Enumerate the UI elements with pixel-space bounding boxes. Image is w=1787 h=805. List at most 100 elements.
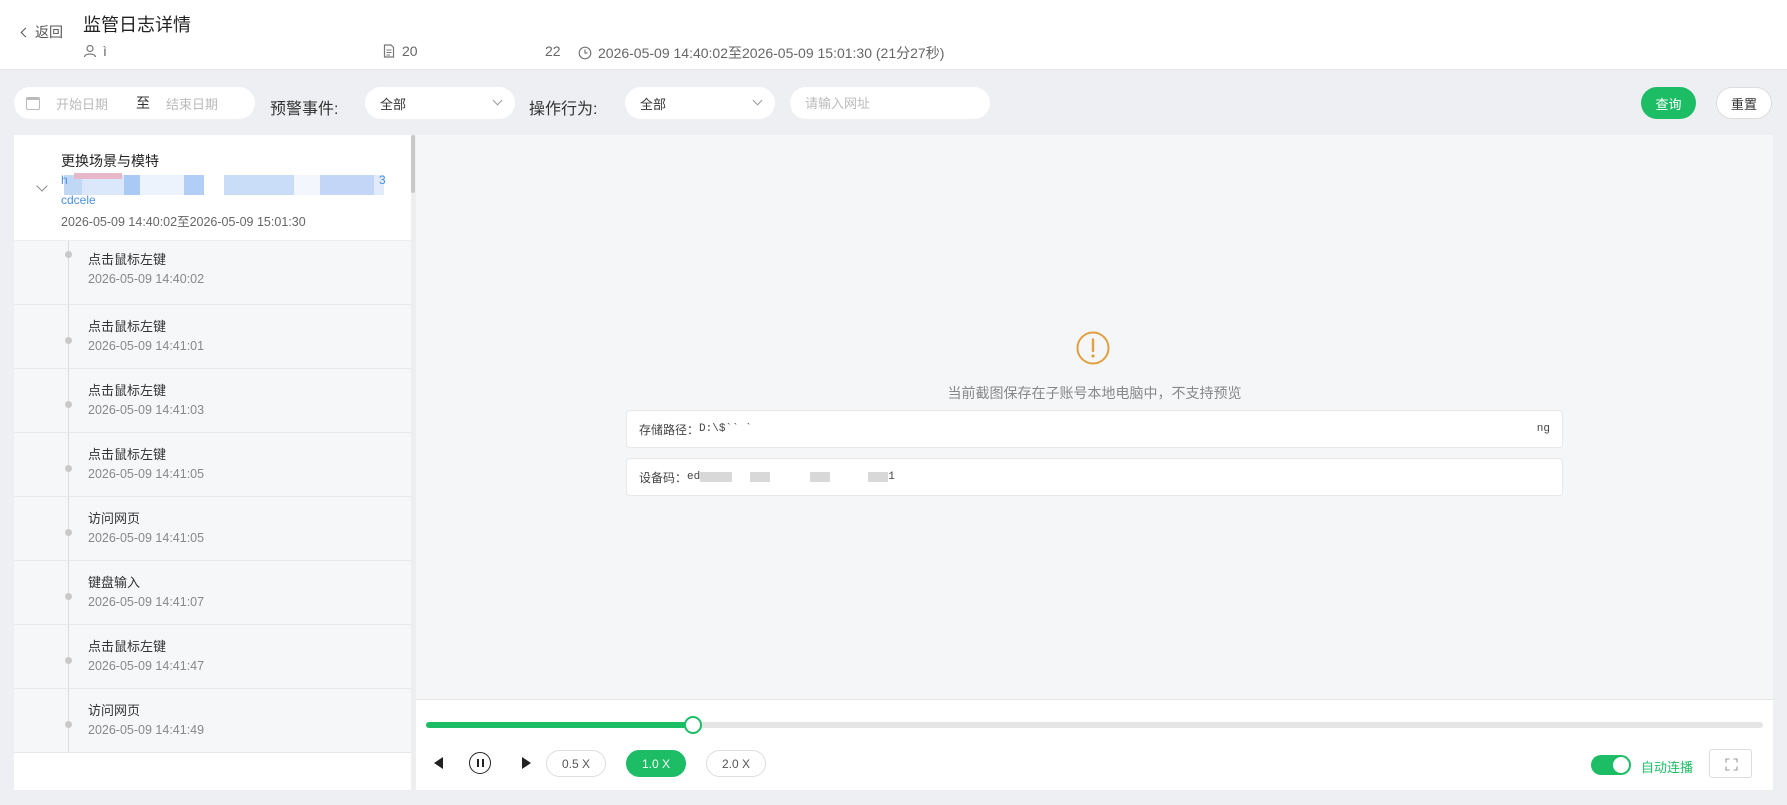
user-name: ì [103,43,107,59]
warning-event-value: 全部 [380,96,407,112]
session-item[interactable]: 更换场景与模特 h 3 cdcele 2026-05-09 14:40:02至2… [14,135,414,241]
page-header: 返回 监管日志详情 ì 20 22 2026-05-09 14:40:02至20… [0,0,1787,70]
timeline-event[interactable]: 点击鼠标左键 2026-05-09 14:41:47 [14,625,414,689]
storage-path-box: 存储路径： D:\$`` ` ng [626,410,1563,448]
date-range-separator: 至 [136,95,150,111]
speed-1x-button[interactable]: 1.0 X [626,750,686,777]
session-url-suffix[interactable]: 3 [379,173,386,187]
timeline-event[interactable]: 访问网页 2026-05-09 14:41:05 [14,497,414,561]
session-url-line2[interactable]: cdcele [61,193,96,207]
filter-bar: 开始日期 至 结束日期 预警事件: 全部 操作行为: 全部 查询 重置 [0,71,1787,135]
progress-handle[interactable] [684,716,703,734]
storage-path-label: 存储路径： [639,422,700,437]
timeline-event[interactable]: 访问网页 2026-05-09 14:41:49 [14,689,414,753]
timeline-event[interactable]: 点击鼠标左键 2026-05-09 14:40:02 [14,241,414,305]
playback-controls: 0.5 X 1.0 X 2.0 X 自动连播 [416,699,1773,790]
event-name: 键盘输入 [88,575,141,590]
device-code-label: 设备码： [639,470,688,485]
timeline-dot [65,593,72,600]
user-icon [83,44,97,58]
clock-icon [578,46,592,60]
fullscreen-icon [1725,758,1738,771]
doc-id: 20 [402,43,418,59]
action-select[interactable]: 全部 [625,87,775,119]
event-time: 2026-05-09 14:41:01 [88,339,205,353]
timeline-event[interactable]: 点击鼠标左键 2026-05-09 14:41:01 [14,305,414,369]
scrollbar-thumb[interactable] [411,135,415,193]
progress-track[interactable] [426,716,1763,734]
warning-event-select[interactable]: 全部 [365,87,515,119]
doc-suffix: 22 [545,43,561,59]
redacted-block [868,472,889,482]
redacted-url-accent [74,173,122,179]
pause-icon[interactable] [469,752,491,774]
user-meta: ì [83,43,107,59]
event-name: 点击鼠标左键 [88,447,167,462]
event-name: 点击鼠标左键 [88,252,167,267]
chevron-down-icon [752,95,763,106]
session-list-scrollbar[interactable] [411,135,415,790]
timeline-event[interactable]: 点击鼠标左键 2026-05-09 14:41:03 [14,369,414,433]
time-range: 2026-05-09 14:40:02至2026-05-09 15:01:30 … [598,45,945,61]
session-title: 更换场景与模特 [61,153,159,169]
timeline-dot [65,337,72,344]
date-range-picker[interactable]: 开始日期 至 结束日期 [14,87,255,119]
redacted-block [700,472,733,482]
event-name: 访问网页 [88,703,141,718]
event-name: 点击鼠标左键 [88,319,167,334]
timeline-event[interactable]: 点击鼠标左键 2026-05-09 14:41:05 [14,433,414,497]
timeline-event[interactable]: 键盘输入 2026-05-09 14:41:07 [14,561,414,625]
redacted-block [750,472,771,482]
previous-icon[interactable] [434,757,443,769]
speed-0-5x-button[interactable]: 0.5 X [546,750,606,777]
autoplay-label: 自动连播 [1641,760,1694,775]
action-value: 全部 [640,96,667,112]
back-label: 返回 [35,24,63,40]
chevron-left-icon [20,27,31,37]
storage-path-end: ng [1536,423,1550,435]
session-url-prefix[interactable]: h [61,173,68,187]
event-name: 点击鼠标左键 [88,383,167,398]
event-time: 2026-05-09 14:41:07 [88,595,205,609]
timeline-dot [65,465,72,472]
storage-path-value: D:\$`` ` [699,423,752,435]
url-search-input[interactable] [790,87,990,119]
document-icon [383,44,395,58]
preview-notice: 当前截图保存在子账号本地电脑中，不支持预览 [947,385,1242,401]
speed-2x-button[interactable]: 2.0 X [706,750,766,777]
chevron-down-icon[interactable] [36,180,48,192]
chevron-down-icon [492,95,503,106]
event-time: 2026-05-09 14:41:03 [88,403,205,417]
event-name: 访问网页 [88,511,141,526]
page-title: 监管日志详情 [83,15,191,35]
next-icon[interactable] [522,757,531,769]
fullscreen-button[interactable] [1709,749,1752,778]
query-button[interactable]: 查询 [1641,87,1696,119]
doc-suffix-text: 22 [545,43,561,59]
timeline-dot [65,529,72,536]
back-button[interactable]: 返回 [20,22,63,42]
doc-meta: 20 [382,43,418,59]
start-date-input[interactable]: 开始日期 [56,94,132,113]
warning-event-label: 预警事件: [270,101,339,118]
session-list: 更换场景与模特 h 3 cdcele 2026-05-09 14:40:02至2… [14,135,414,790]
device-code-value: ed [687,471,701,483]
event-time: 2026-05-09 14:41:49 [88,723,205,737]
session-time-range: 2026-05-09 14:40:02至2026-05-09 15:01:30 [61,215,306,229]
event-name: 点击鼠标左键 [88,639,167,654]
event-time: 2026-05-09 14:41:05 [88,467,205,481]
event-timeline: 点击鼠标左键 2026-05-09 14:40:02 点击鼠标左键 2026-0… [14,241,414,753]
timeline-dot [65,401,72,408]
event-time: 2026-05-09 14:40:02 [88,272,205,286]
reset-button[interactable]: 重置 [1716,87,1772,119]
timeline-dot [65,657,72,664]
autoplay-toggle[interactable] [1591,755,1631,775]
progress-fill [426,722,694,728]
screenshot-preview: 当前截图保存在子账号本地电脑中，不支持预览 存储路径： D:\$`` ` ng … [416,135,1773,699]
redacted-block [810,472,831,482]
event-time: 2026-05-09 14:41:05 [88,531,205,545]
time-meta: 2026-05-09 14:40:02至2026-05-09 15:01:30 … [578,43,944,63]
calendar-icon [26,96,40,110]
end-date-input[interactable]: 结束日期 [166,94,218,113]
device-code-end: 1 [888,471,895,483]
